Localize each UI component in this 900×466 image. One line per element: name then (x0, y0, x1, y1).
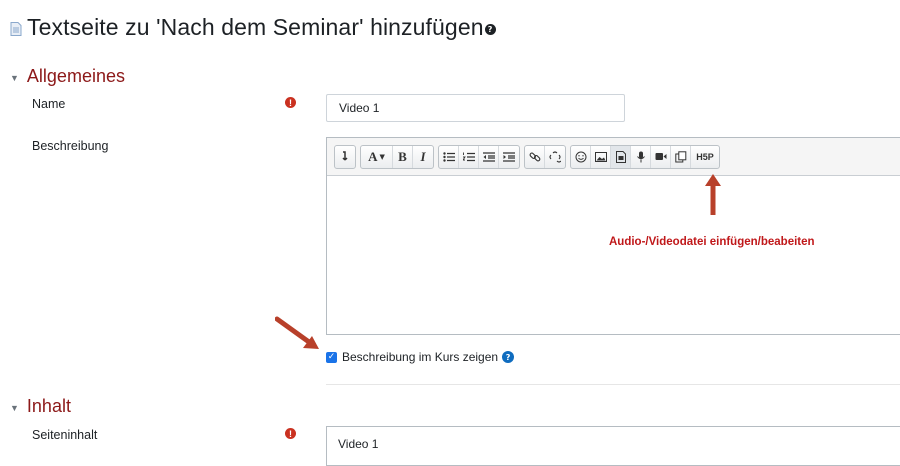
name-label: Name (32, 97, 66, 111)
page-heading: Textseite zu 'Nach dem Seminar' hinzufüg… (10, 14, 496, 41)
toolbar-group: H5P (570, 144, 720, 169)
editor-toolbar: A ▼ B I H5P (327, 138, 900, 176)
toolbar-group (334, 144, 356, 169)
ordered-list-icon[interactable] (459, 145, 479, 168)
font-style-label: A (368, 148, 378, 164)
media-icon[interactable] (611, 145, 631, 168)
show-description-label[interactable]: Beschreibung im Kurs zeigen (342, 350, 498, 364)
toolbar-group: A ▼ B I (360, 144, 434, 169)
show-description-checkbox[interactable]: ✓ (326, 351, 337, 363)
section-title-general: Allgemeines (26, 66, 125, 86)
page-content-label: Seiteninhalt (32, 428, 98, 442)
annotation-text: Audio-/Videodatei einfügen/beabeiten (609, 236, 815, 248)
description-content-area[interactable] (327, 176, 900, 334)
help-icon[interactable]: ? (502, 351, 515, 363)
page-content-editor[interactable]: Video 1 (326, 426, 900, 466)
toolbar-group (524, 144, 566, 169)
section-content[interactable]: ▼ Inhalt (10, 396, 71, 417)
page-content-text: Video 1 (338, 437, 379, 451)
emoticon-icon[interactable] (571, 145, 591, 168)
unordered-list-icon[interactable] (439, 145, 459, 168)
help-icon[interactable]: ? (484, 24, 496, 35)
indent-icon[interactable] (499, 146, 519, 168)
font-style-icon[interactable]: A ▼ (361, 145, 393, 168)
annotation-arrow-up (705, 174, 721, 215)
annotation-arrow-diagonal (275, 316, 319, 349)
required-icon: ! (285, 428, 296, 439)
manage-files-icon[interactable] (671, 145, 691, 168)
h5p-icon[interactable]: H5P (691, 146, 719, 168)
bold-icon[interactable]: B (393, 145, 413, 168)
section-general[interactable]: ▼ Allgemeines (10, 66, 125, 87)
document-icon (10, 21, 22, 36)
unlink-icon[interactable] (545, 146, 565, 168)
link-icon[interactable] (525, 145, 545, 168)
section-title-content: Inhalt (26, 396, 71, 416)
record-video-icon[interactable] (651, 145, 671, 168)
page-title: Textseite zu 'Nach dem Seminar' hinzufüg… (27, 14, 484, 40)
show-description-row: ✓ Beschreibung im Kurs zeigen ? (326, 350, 515, 364)
description-label: Beschreibung (32, 139, 109, 153)
collapse-caret-icon[interactable]: ▼ (10, 403, 19, 413)
toolbar-toggle-icon[interactable] (335, 146, 355, 168)
outdent-icon[interactable] (479, 145, 499, 168)
collapse-caret-icon[interactable]: ▼ (10, 73, 19, 83)
record-audio-icon[interactable] (631, 145, 651, 168)
toolbar-group (438, 144, 520, 169)
required-icon: ! (285, 97, 296, 108)
name-input[interactable]: Video 1 (326, 94, 625, 122)
italic-icon[interactable]: I (413, 146, 433, 168)
image-icon[interactable] (591, 145, 611, 168)
divider (326, 384, 900, 385)
